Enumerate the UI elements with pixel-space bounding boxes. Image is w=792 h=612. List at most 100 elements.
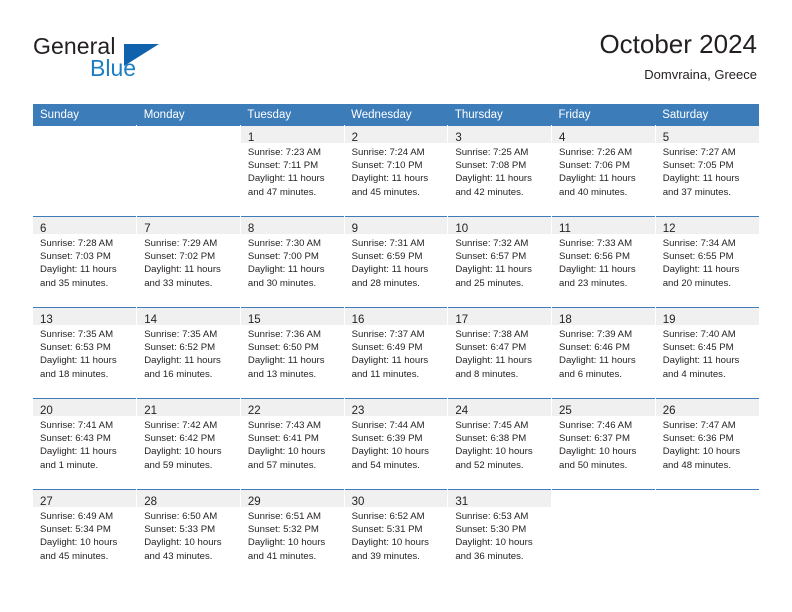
weekday-header-tuesday: Tuesday bbox=[240, 104, 345, 126]
sunset-text: Sunset: 7:11 PM bbox=[247, 160, 319, 172]
daylight-text-line1: Daylight: 11 hours bbox=[662, 355, 740, 367]
calendar-day-cell[interactable]: 4 Sunrise: 7:26 AM Sunset: 7:06 PM Daylight… bbox=[551, 125, 656, 217]
daylight-text-line1: Daylight: 11 hours bbox=[559, 173, 636, 185]
sunrise-text: Sunrise: 7:28 AM bbox=[40, 238, 114, 249]
day-number: 23 bbox=[351, 405, 365, 417]
calendar-day-cell[interactable]: 20 Sunrise: 7:41 AM Sunset: 6:43 PM Dayligh… bbox=[33, 398, 138, 490]
calendar-day-cell[interactable]: 24 Sunrise: 7:45 AM Sunset: 6:38 PM Dayligh… bbox=[447, 398, 553, 490]
daylight-text-line1: Daylight: 10 hours bbox=[351, 446, 429, 458]
daylight-text-line2: and 36 minutes. bbox=[455, 550, 524, 562]
calendar-day-cell[interactable]: 9 Sunrise: 7:31 AM Sunset: 6:59 PM Daylight… bbox=[344, 216, 449, 308]
calendar-day-content: 13 Sunrise: 7:35 AM Sunset: 6:53 PM Dayligh… bbox=[33, 308, 137, 398]
calendar-day-cell[interactable]: 19 Sunrise: 7:40 AM Sunset: 6:45 PM Dayligh… bbox=[655, 307, 759, 399]
calendar-day-content: 29 Sunrise: 6:51 AM Sunset: 5:32 PM Dayligh… bbox=[240, 490, 344, 580]
calendar-day-cell[interactable]: 3 Sunrise: 7:25 AM Sunset: 7:08 PM Daylight… bbox=[447, 125, 553, 217]
day-details: Sunrise: 7:37 AM Sunset: 6:49 PM Daylight:… bbox=[345, 325, 448, 381]
daylight-text-line2: and 30 minutes. bbox=[247, 277, 317, 289]
day-details: Sunrise: 7:30 AM Sunset: 7:00 PM Daylight:… bbox=[241, 234, 344, 290]
day-details: Sunrise: 7:25 AM Sunset: 7:08 PM Daylight:… bbox=[448, 143, 551, 199]
day-details: Sunrise: 7:31 AM Sunset: 6:59 PM Daylight:… bbox=[345, 234, 448, 290]
sunset-text: Sunset: 6:42 PM bbox=[144, 433, 216, 445]
daylight-text-line2: and 50 minutes. bbox=[559, 459, 628, 471]
sunrise-text: Sunrise: 7:24 AM bbox=[351, 147, 425, 158]
calendar-day-cell[interactable]: 25 Sunrise: 7:46 AM Sunset: 6:37 PM Dayligh… bbox=[551, 398, 656, 490]
daylight-text-line1: Daylight: 10 hours bbox=[247, 446, 326, 458]
day-number-band: 27 bbox=[33, 490, 137, 508]
day-details: Sunrise: 7:41 AM Sunset: 6:43 PM Daylight:… bbox=[33, 416, 136, 472]
page-header: General Blue October 2024 Domvraina, Gre… bbox=[0, 0, 792, 104]
daylight-text-line2: and 4 minutes. bbox=[662, 368, 726, 380]
calendar-day-cell[interactable]: 8 Sunrise: 7:30 AM Sunset: 7:00 PM Daylight… bbox=[240, 216, 345, 308]
sunset-text: Sunset: 5:30 PM bbox=[455, 524, 527, 536]
sunrise-text: Sunrise: 7:42 AM bbox=[144, 420, 218, 431]
calendar-day-cell[interactable]: 17 Sunrise: 7:38 AM Sunset: 6:47 PM Dayligh… bbox=[447, 307, 553, 399]
sunrise-text: Sunrise: 7:41 AM bbox=[40, 420, 114, 431]
calendar-day-cell[interactable]: 30 Sunrise: 6:52 AM Sunset: 5:31 PM Dayligh… bbox=[344, 489, 449, 580]
day-number-band bbox=[33, 126, 136, 143]
daylight-text-line2: and 6 minutes. bbox=[559, 368, 622, 380]
daylight-text-line1: Daylight: 10 hours bbox=[144, 537, 222, 549]
calendar-day-content: 18 Sunrise: 7:39 AM Sunset: 6:46 PM Dayligh… bbox=[552, 308, 655, 398]
day-details: Sunrise: 7:39 AM Sunset: 6:46 PM Daylight:… bbox=[552, 325, 655, 381]
daylight-text-line1: Daylight: 11 hours bbox=[247, 173, 325, 185]
daylight-text-line1: Daylight: 10 hours bbox=[247, 537, 326, 549]
day-details bbox=[656, 507, 759, 510]
sunrise-text: Sunrise: 7:29 AM bbox=[144, 238, 218, 249]
day-details: Sunrise: 7:33 AM Sunset: 6:56 PM Daylight:… bbox=[552, 234, 655, 290]
calendar-day-cell[interactable]: 15 Sunrise: 7:36 AM Sunset: 6:50 PM Dayligh… bbox=[240, 307, 345, 399]
daylight-text-line2: and 18 minutes. bbox=[40, 368, 109, 380]
day-number: 2 bbox=[351, 132, 359, 144]
calendar-day-cell[interactable]: 7 Sunrise: 7:29 AM Sunset: 7:02 PM Daylight… bbox=[136, 216, 241, 308]
calendar-day-cell[interactable]: 6 Sunrise: 7:28 AM Sunset: 7:03 PM Daylight… bbox=[33, 216, 138, 308]
daylight-text-line2: and 52 minutes. bbox=[455, 459, 524, 471]
day-number-band: 24 bbox=[448, 399, 552, 417]
weekday-header-thursday: Thursday bbox=[447, 104, 552, 126]
sunset-text: Sunset: 5:33 PM bbox=[144, 524, 216, 536]
daylight-text-line2: and 28 minutes. bbox=[351, 277, 420, 289]
sunrise-text: Sunrise: 7:38 AM bbox=[455, 329, 529, 340]
day-number-band: 2 bbox=[344, 126, 448, 144]
calendar-day-cell[interactable]: 11 Sunrise: 7:33 AM Sunset: 6:56 PM Dayligh… bbox=[551, 216, 656, 308]
calendar-day-cell[interactable]: 23 Sunrise: 7:44 AM Sunset: 6:39 PM Dayligh… bbox=[344, 398, 449, 490]
calendar-day-cell[interactable]: 26 Sunrise: 7:47 AM Sunset: 6:36 PM Dayligh… bbox=[655, 398, 759, 490]
calendar-day-cell[interactable]: 28 Sunrise: 6:50 AM Sunset: 5:33 PM Dayligh… bbox=[136, 489, 241, 580]
day-number-band: 28 bbox=[137, 490, 240, 508]
calendar-day-cell[interactable]: 10 Sunrise: 7:32 AM Sunset: 6:57 PM Dayligh… bbox=[447, 216, 553, 308]
calendar-day-cell[interactable]: 31 Sunrise: 6:53 AM Sunset: 5:30 PM Dayligh… bbox=[447, 489, 553, 580]
sunrise-text: Sunrise: 6:52 AM bbox=[351, 511, 425, 522]
day-number-band: 9 bbox=[344, 217, 448, 235]
calendar-day-cell[interactable]: 12 Sunrise: 7:34 AM Sunset: 6:55 PM Dayligh… bbox=[655, 216, 759, 308]
sunrise-text: Sunrise: 6:49 AM bbox=[40, 511, 114, 522]
day-number: 27 bbox=[40, 496, 53, 508]
day-number: 16 bbox=[351, 314, 365, 326]
calendar-day-content: 16 Sunrise: 7:37 AM Sunset: 6:49 PM Dayligh… bbox=[344, 308, 448, 398]
calendar-day-cell[interactable]: 13 Sunrise: 7:35 AM Sunset: 6:53 PM Dayligh… bbox=[33, 307, 138, 399]
calendar-day-cell[interactable]: 29 Sunrise: 6:51 AM Sunset: 5:32 PM Dayligh… bbox=[240, 489, 345, 580]
calendar-day-cell[interactable]: 14 Sunrise: 7:35 AM Sunset: 6:52 PM Dayligh… bbox=[136, 307, 241, 399]
calendar-day-cell[interactable]: 21 Sunrise: 7:42 AM Sunset: 6:42 PM Dayligh… bbox=[136, 398, 241, 490]
calendar-day-content: 2 Sunrise: 7:24 AM Sunset: 7:10 PM Daylight… bbox=[344, 126, 448, 216]
day-details: Sunrise: 6:51 AM Sunset: 5:32 PM Daylight:… bbox=[241, 507, 344, 563]
calendar-day-cell[interactable]: 5 Sunrise: 7:27 AM Sunset: 7:05 PM Daylight… bbox=[655, 125, 759, 217]
calendar-day-cell[interactable]: 2 Sunrise: 7:24 AM Sunset: 7:10 PM Daylight… bbox=[344, 125, 449, 217]
calendar-day-content: 26 Sunrise: 7:47 AM Sunset: 6:36 PM Dayligh… bbox=[655, 399, 759, 489]
general-blue-logo[interactable]: General Blue bbox=[33, 33, 223, 85]
sunrise-text: Sunrise: 7:30 AM bbox=[247, 238, 321, 249]
day-number-band: 26 bbox=[655, 399, 759, 417]
day-details: Sunrise: 7:24 AM Sunset: 7:10 PM Daylight:… bbox=[345, 143, 448, 199]
calendar-day-cell[interactable]: 22 Sunrise: 7:43 AM Sunset: 6:41 PM Dayligh… bbox=[240, 398, 345, 490]
daylight-text-line1: Daylight: 10 hours bbox=[559, 446, 637, 458]
calendar-day-content: 21 Sunrise: 7:42 AM Sunset: 6:42 PM Dayligh… bbox=[137, 399, 240, 489]
daylight-text-line2: and 1 minute. bbox=[40, 459, 99, 471]
calendar-day-cell[interactable]: 27 Sunrise: 6:49 AM Sunset: 5:34 PM Dayligh… bbox=[33, 489, 138, 580]
calendar-day-cell[interactable]: 16 Sunrise: 7:37 AM Sunset: 6:49 PM Dayligh… bbox=[344, 307, 449, 399]
calendar-day-content: 25 Sunrise: 7:46 AM Sunset: 6:37 PM Dayligh… bbox=[552, 399, 655, 489]
calendar-day-content: 6 Sunrise: 7:28 AM Sunset: 7:03 PM Daylight… bbox=[33, 217, 137, 307]
daylight-text-line2: and 39 minutes. bbox=[351, 550, 420, 562]
sunset-text: Sunset: 6:56 PM bbox=[559, 251, 630, 263]
calendar-day-content: 31 Sunrise: 6:53 AM Sunset: 5:30 PM Dayligh… bbox=[448, 490, 552, 580]
day-number-band: 18 bbox=[552, 308, 655, 326]
calendar-grid: Sunday Monday Tuesday Wednesday Thursday… bbox=[33, 104, 759, 580]
calendar-day-cell[interactable]: 18 Sunrise: 7:39 AM Sunset: 6:46 PM Dayligh… bbox=[551, 307, 656, 399]
calendar-day-cell[interactable]: 1 Sunrise: 7:23 AM Sunset: 7:11 PM Daylight… bbox=[240, 125, 345, 217]
